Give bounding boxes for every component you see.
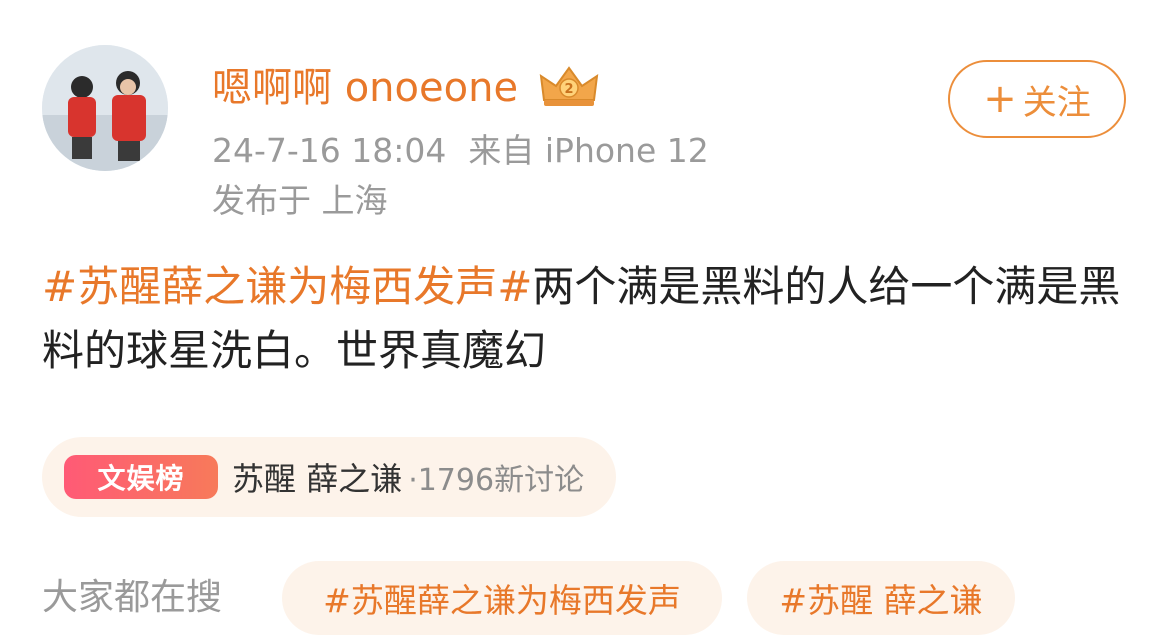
search-chip[interactable]: #苏醒 薛之谦 <box>747 561 1015 635</box>
location: 发布于 上海 <box>212 181 388 220</box>
avatar[interactable] <box>42 45 168 171</box>
svg-text:2: 2 <box>564 82 573 97</box>
username[interactable]: 嗯啊啊 onoeone <box>212 62 518 114</box>
post-meta: 24-7-16 18:04 来自 iPhone 12 <box>212 130 731 172</box>
post-text: #苏醒薛之谦为梅西发声#两个满是黑料的人给一个满是黑料的球星洗白。世界真魔幻 <box>42 255 1137 383</box>
topic-count: ·1796新讨论 <box>408 463 585 498</box>
plus-icon: + <box>983 76 1017 122</box>
timestamp: 24-7-16 18:04 <box>212 131 447 170</box>
post-hashtag[interactable]: #苏醒薛之谦为梅西发声# <box>42 262 532 311</box>
follow-label: 关注 <box>1022 82 1091 123</box>
search-chip[interactable]: #苏醒薛之谦为梅西发声 <box>282 561 722 635</box>
topic-card[interactable]: 文娱榜 苏醒 薛之谦 ·1796新讨论 <box>42 437 616 517</box>
topic-title: 苏醒 薛之谦 <box>232 460 403 498</box>
crown-icon: 2 <box>539 66 599 106</box>
source: 来自 iPhone 12 <box>468 131 709 170</box>
avatar-image <box>42 45 168 171</box>
follow-button[interactable]: + 关注 <box>948 60 1126 138</box>
topic-badge: 文娱榜 <box>64 455 218 499</box>
search-label: 大家都在搜 <box>42 577 223 618</box>
